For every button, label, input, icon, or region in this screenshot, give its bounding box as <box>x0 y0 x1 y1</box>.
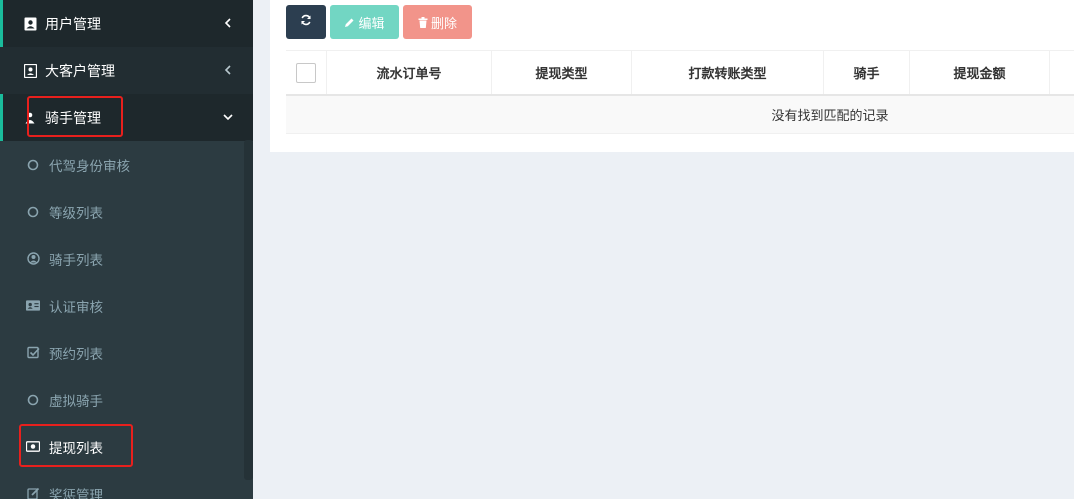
empty-message: 没有找到匹配的记录 <box>771 109 889 124</box>
menu-label: 大客户管理 <box>45 63 115 80</box>
sidebar: 用户管理 大客户管理 骑手管理 代驾身份审核 等级列表 骑手列表 认证审核 预约… <box>0 0 253 499</box>
select-all-cell <box>286 51 327 94</box>
menu-rider-management[interactable]: 骑手管理 <box>0 94 253 141</box>
delete-button[interactable]: 删除 <box>403 5 472 39</box>
sidebar-item-driver-verification[interactable]: 代驾身份审核 <box>0 141 253 188</box>
withdrawal-table: 流水订单号 提现类型 打款转账类型 骑手 提现金额 没有找到匹配的记录 <box>286 50 1074 134</box>
chevron-down-icon <box>221 110 235 124</box>
sidebar-item-withdrawal-list[interactable]: 提现列表 <box>0 423 253 470</box>
sidebar-item-label: 代驾身份审核 <box>49 158 130 175</box>
sidebar-item-label: 奖惩管理 <box>49 487 103 499</box>
sidebar-scrollbar[interactable] <box>244 140 253 480</box>
sidebar-item-rider-list[interactable]: 骑手列表 <box>0 235 253 282</box>
column-header-transfer-type[interactable]: 打款转账类型 <box>632 51 824 94</box>
edit-icon <box>26 487 40 499</box>
empty-table-row: 没有找到匹配的记录 <box>286 96 1074 134</box>
id-card-icon <box>26 299 40 313</box>
user-circle-icon <box>26 252 40 266</box>
rider-submenu: 代驾身份审核 等级列表 骑手列表 认证审核 预约列表 虚拟骑手 提现列表 奖惩管… <box>0 141 253 499</box>
chevron-left-icon <box>221 63 235 77</box>
sidebar-item-level-list[interactable]: 等级列表 <box>0 188 253 235</box>
sidebar-item-reservation-list[interactable]: 预约列表 <box>0 329 253 376</box>
check-square-icon <box>26 346 40 360</box>
table-header: 流水订单号 提现类型 打款转账类型 骑手 提现金额 <box>286 50 1074 96</box>
sidebar-item-certification-review[interactable]: 认证审核 <box>0 282 253 329</box>
select-all-checkbox[interactable] <box>296 62 316 83</box>
column-header-withdrawal-type[interactable]: 提现类型 <box>492 51 632 94</box>
trash-icon <box>418 16 428 28</box>
pencil-icon <box>344 17 355 28</box>
sidebar-item-label: 等级列表 <box>49 205 103 222</box>
sidebar-item-label: 预约列表 <box>49 346 103 363</box>
address-card-icon <box>23 63 37 78</box>
menu-user-management[interactable]: 用户管理 <box>0 0 253 47</box>
sidebar-item-label: 虚拟骑手 <box>49 393 103 410</box>
refresh-button[interactable] <box>286 5 326 39</box>
circle-outline-icon <box>26 393 40 407</box>
user-id-icon <box>23 17 37 31</box>
refresh-icon <box>300 14 312 30</box>
column-header-withdrawal-amount[interactable]: 提现金额 <box>910 51 1050 94</box>
sidebar-item-label: 提现列表 <box>49 440 103 457</box>
sidebar-item-label: 骑手列表 <box>49 252 103 269</box>
money-bill-icon <box>26 440 40 454</box>
rider-icon <box>23 111 37 125</box>
chevron-left-icon <box>221 16 235 30</box>
circle-outline-icon <box>26 205 40 219</box>
sidebar-item-virtual-rider[interactable]: 虚拟骑手 <box>0 376 253 423</box>
delete-button-label: 删除 <box>430 16 457 32</box>
content-panel: 编辑 删除 流水订单号 提现类型 打款转账类型 骑手 提现金额 没有找到匹配的记… <box>270 0 1074 152</box>
column-header-rider[interactable]: 骑手 <box>824 51 910 94</box>
menu-label: 骑手管理 <box>45 110 101 127</box>
edit-button[interactable]: 编辑 <box>330 5 399 39</box>
menu-key-account-management[interactable]: 大客户管理 <box>0 47 253 94</box>
sidebar-item-label: 认证审核 <box>49 299 103 316</box>
sidebar-item-reward-punishment[interactable]: 奖惩管理 <box>0 470 253 499</box>
column-header-overflow <box>1050 51 1074 94</box>
circle-outline-icon <box>26 158 40 172</box>
menu-label: 用户管理 <box>45 16 101 33</box>
edit-button-label: 编辑 <box>358 16 385 32</box>
column-header-order-number[interactable]: 流水订单号 <box>327 51 492 94</box>
